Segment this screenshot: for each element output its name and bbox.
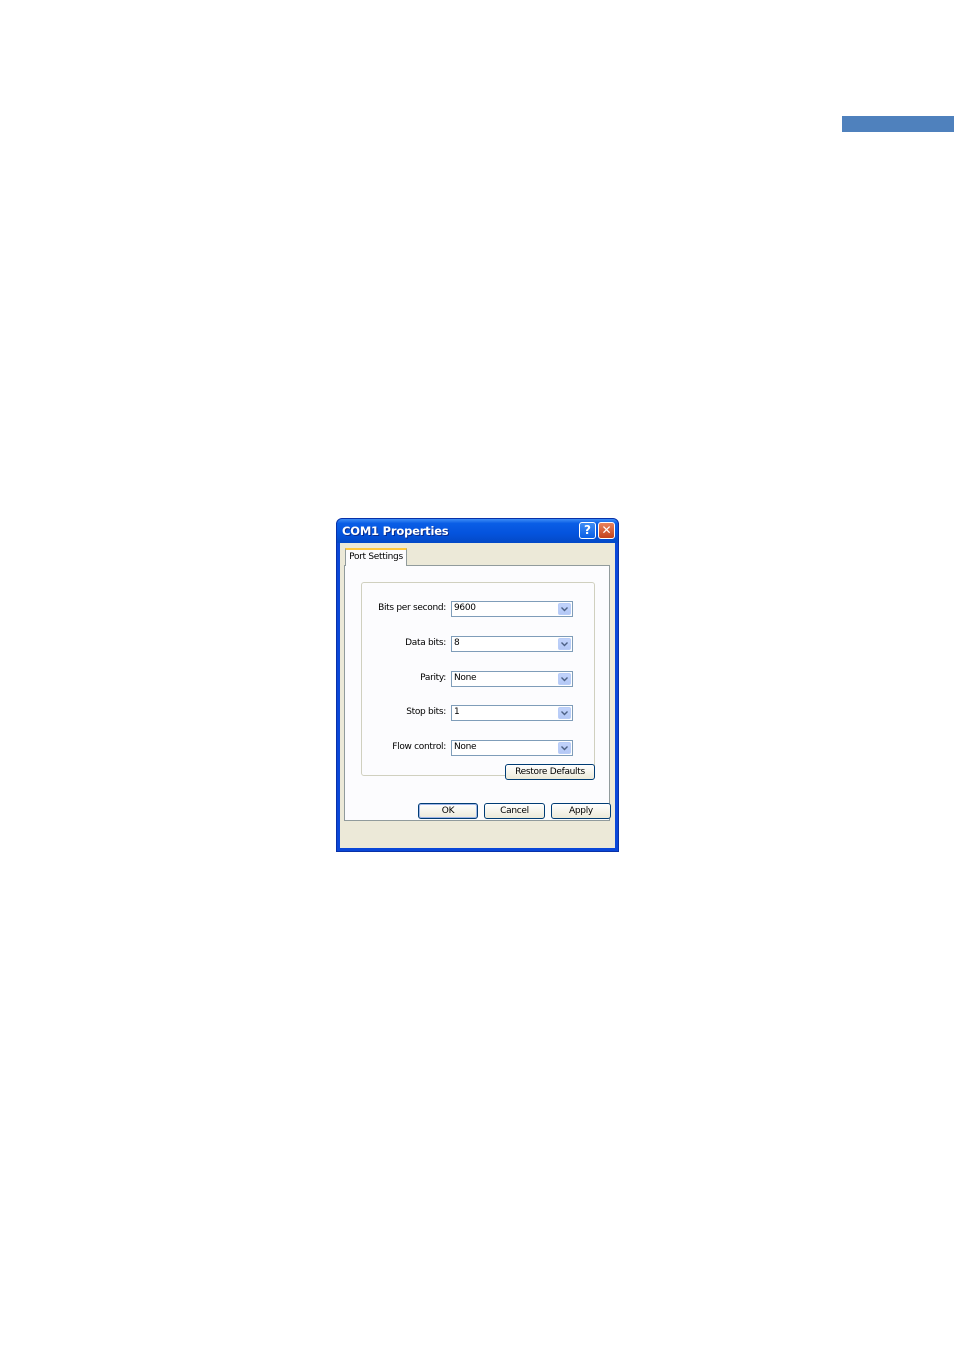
bits-per-second-label: Bits per second: <box>378 603 446 613</box>
tab-port-settings[interactable]: Port Settings <box>345 548 407 566</box>
parity-select[interactable]: None <box>451 671 573 687</box>
chevron-down-icon[interactable] <box>558 742 571 754</box>
stop-bits-value: 1 <box>454 707 460 717</box>
flow-control-label: Flow control: <box>392 742 446 752</box>
chevron-down-icon[interactable] <box>558 673 571 685</box>
field-row-bits-per-second: Bits per second: 9600 <box>362 601 594 617</box>
help-icon[interactable]: ? <box>579 522 596 539</box>
field-row-stop-bits: Stop bits: 1 <box>362 705 594 721</box>
parity-label: Parity: <box>420 673 446 683</box>
dialog-client-area: Port Settings Bits per second: 9600 Data… <box>340 543 615 848</box>
parity-value: None <box>454 673 477 683</box>
cancel-button[interactable]: Cancel <box>484 803 545 819</box>
field-row-flow-control: Flow control: None <box>362 740 594 756</box>
com1-properties-dialog: COM1 Properties ? ✕ Port Settings Bits p… <box>336 518 619 852</box>
stop-bits-label: Stop bits: <box>406 707 446 717</box>
title-bar[interactable]: COM1 Properties ? ✕ <box>337 519 618 543</box>
dialog-title: COM1 Properties <box>342 524 449 538</box>
field-row-parity: Parity: None <box>362 671 594 687</box>
stop-bits-select[interactable]: 1 <box>451 705 573 721</box>
chevron-down-icon[interactable] <box>558 707 571 719</box>
chevron-down-icon[interactable] <box>558 638 571 650</box>
tab-panel: Bits per second: 9600 Data bits: 8 Parit… <box>344 565 610 821</box>
bits-per-second-value: 9600 <box>454 603 476 613</box>
page-accent-bar <box>842 116 954 132</box>
bits-per-second-select[interactable]: 9600 <box>451 601 573 617</box>
data-bits-select[interactable]: 8 <box>451 636 573 652</box>
restore-defaults-button[interactable]: Restore Defaults <box>505 764 595 780</box>
flow-control-select[interactable]: None <box>451 740 573 756</box>
chevron-down-icon[interactable] <box>558 603 571 615</box>
apply-button[interactable]: Apply <box>551 803 611 819</box>
flow-control-value: None <box>454 742 477 752</box>
port-settings-group: Bits per second: 9600 Data bits: 8 Parit… <box>361 582 595 776</box>
ok-button[interactable]: OK <box>418 803 478 819</box>
close-icon[interactable]: ✕ <box>598 522 615 539</box>
data-bits-label: Data bits: <box>405 638 446 648</box>
field-row-data-bits: Data bits: 8 <box>362 636 594 652</box>
data-bits-value: 8 <box>454 638 460 648</box>
